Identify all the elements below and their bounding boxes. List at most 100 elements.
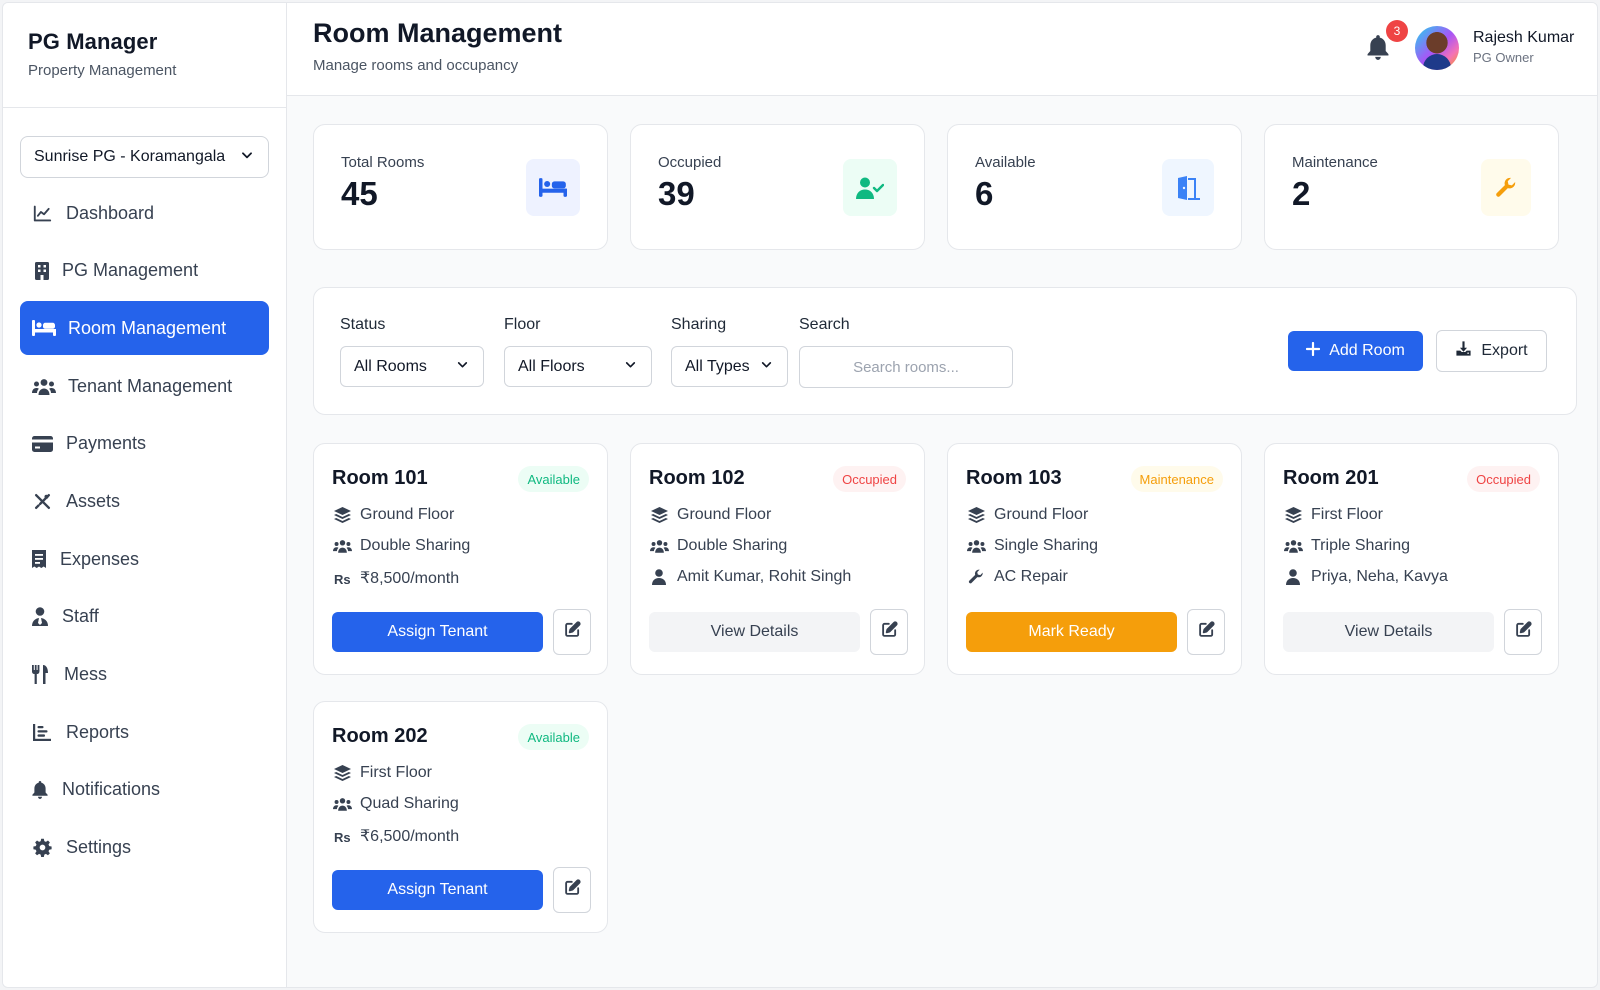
room-tenants-text: Amit Kumar, Rohit Singh [677, 568, 852, 585]
chart-bar-icon [32, 722, 52, 742]
receipt-icon [32, 549, 46, 569]
user-tie-icon [32, 607, 48, 627]
bed-icon [32, 318, 56, 338]
sidebar-item-mess[interactable]: Mess [20, 648, 269, 702]
notification-count-badge: 3 [1386, 20, 1408, 42]
room-title: Room 101 [332, 467, 428, 489]
edit-room-button[interactable] [870, 609, 908, 655]
svg-text:Rs: Rs [334, 830, 350, 844]
sidebar-item-label: PG Management [62, 260, 199, 281]
gear-icon [32, 838, 52, 858]
sidebar-item-settings[interactable]: Settings [20, 821, 269, 875]
users-icon [649, 537, 669, 555]
sidebar-item-payments[interactable]: Payments [20, 417, 269, 471]
stat-value: 45 [341, 175, 378, 212]
room-sharing-text: Quad Sharing [360, 795, 459, 812]
room-title: Room 202 [332, 725, 428, 747]
sharing-filter-select[interactable]: All Types [671, 346, 788, 387]
room-card-102: Room 102 Occupied Ground Floor Double Sh… [630, 443, 925, 675]
stat-card-available: Available 6 [947, 124, 1242, 250]
room-card-103: Room 103 Maintenance Ground Floor Single… [947, 443, 1242, 675]
user-role: PG Owner [1473, 50, 1534, 65]
room-sharing-text: Triple Sharing [1311, 537, 1411, 554]
room-floor-text: First Floor [1311, 506, 1383, 523]
chevron-down-icon [760, 358, 773, 376]
property-selector-value: Sunrise PG - Koramangala [34, 148, 226, 165]
sidebar-item-label: Reports [66, 721, 130, 742]
search-input[interactable] [799, 346, 1013, 388]
rupee-icon: Rs [332, 827, 352, 845]
chevron-down-icon [456, 358, 469, 376]
brand-subtitle: Property Management [28, 62, 177, 79]
room-card-101: Room 101 Available Ground Floor Double S… [313, 443, 608, 675]
view-details-button[interactable]: View Details [1283, 612, 1494, 652]
brand: PG Manager Property Management [3, 3, 286, 108]
sidebar-item-expenses[interactable]: Expenses [20, 532, 269, 586]
room-rent-text: ₹8,500/month [360, 570, 460, 587]
user-icon [1283, 568, 1303, 586]
sidebar-item-room-management[interactable]: Room Management [20, 301, 269, 356]
edit-icon [564, 879, 581, 901]
room-tenants: Amit Kumar, Rohit Singh [649, 568, 851, 586]
room-rent: Rs ₹6,500/month [332, 826, 459, 846]
wrench-icon [1481, 159, 1531, 216]
property-selector[interactable]: Sunrise PG - Koramangala [20, 136, 269, 178]
sharing-filter-label: Sharing [671, 316, 727, 333]
sidebar-item-label: Assets [66, 490, 121, 511]
export-button[interactable]: Export [1436, 330, 1547, 372]
sidebar-item-tenant-management[interactable]: Tenant Management [20, 359, 269, 413]
stat-value: 6 [975, 175, 994, 212]
svg-text:Rs: Rs [334, 572, 350, 586]
view-details-button[interactable]: View Details [649, 612, 860, 652]
sidebar-item-reports[interactable]: Reports [20, 705, 269, 759]
sidebar-item-staff[interactable]: Staff [20, 590, 269, 644]
edit-room-button[interactable] [1187, 609, 1225, 655]
room-card-202: Room 202 Available First Floor Quad Shar… [313, 701, 608, 933]
tools-icon [32, 491, 52, 511]
main-content: Room Management Manage rooms and occupan… [287, 3, 1597, 987]
room-tenants: Priya, Neha, Kavya [1283, 568, 1448, 586]
mark-ready-button[interactable]: Mark Ready [966, 612, 1177, 652]
sidebar-item-assets[interactable]: Assets [20, 474, 269, 528]
edit-room-button[interactable] [553, 609, 591, 655]
room-issue-text: AC Repair [994, 568, 1068, 585]
door-open-icon [1162, 159, 1214, 216]
export-label: Export [1481, 342, 1528, 359]
avatar[interactable] [1415, 26, 1459, 70]
status-badge: Occupied [833, 466, 906, 492]
room-sharing: Double Sharing [649, 537, 787, 555]
layers-icon [332, 506, 352, 524]
search-label: Search [799, 316, 850, 333]
users-icon [32, 376, 56, 396]
room-sharing-text: Single Sharing [994, 537, 1099, 554]
layers-icon [332, 764, 352, 782]
sidebar-item-label: Staff [62, 606, 99, 627]
assign-tenant-button[interactable]: Assign Tenant [332, 870, 543, 910]
edit-room-button[interactable] [553, 867, 591, 913]
floor-filter-label: Floor [504, 316, 541, 333]
bed-icon [526, 159, 580, 216]
sidebar-item-label: Mess [64, 664, 108, 684]
sidebar-nav: Dashboard PG Management Room Management … [20, 186, 269, 878]
add-room-button[interactable]: Add Room [1288, 331, 1423, 371]
floor-filter-select[interactable]: All Floors [504, 346, 652, 387]
users-icon [966, 537, 986, 555]
page-title: Room Management [313, 18, 563, 48]
room-floor: Ground Floor [649, 506, 771, 524]
notification-bell-icon[interactable] [1367, 35, 1391, 61]
sidebar-item-dashboard[interactable]: Dashboard [20, 186, 269, 240]
wrench-icon [966, 568, 986, 586]
assign-tenant-button[interactable]: Assign Tenant [332, 612, 543, 652]
topbar: Room Management Manage rooms and occupan… [287, 3, 1597, 96]
edit-room-button[interactable] [1504, 609, 1542, 655]
room-title: Room 102 [649, 467, 745, 489]
stat-value: 39 [658, 175, 695, 212]
room-floor-text: First Floor [360, 764, 432, 781]
room-sharing: Quad Sharing [332, 795, 459, 813]
sidebar-item-notifications[interactable]: Notifications [20, 763, 269, 817]
sidebar-item-pg-management[interactable]: PG Management [20, 244, 269, 298]
status-filter-select[interactable]: All Rooms [340, 346, 484, 387]
sidebar-item-label: Notifications [62, 779, 161, 800]
sharing-filter-value: All Types [685, 357, 750, 375]
sidebar-item-label: Payments [66, 433, 147, 454]
